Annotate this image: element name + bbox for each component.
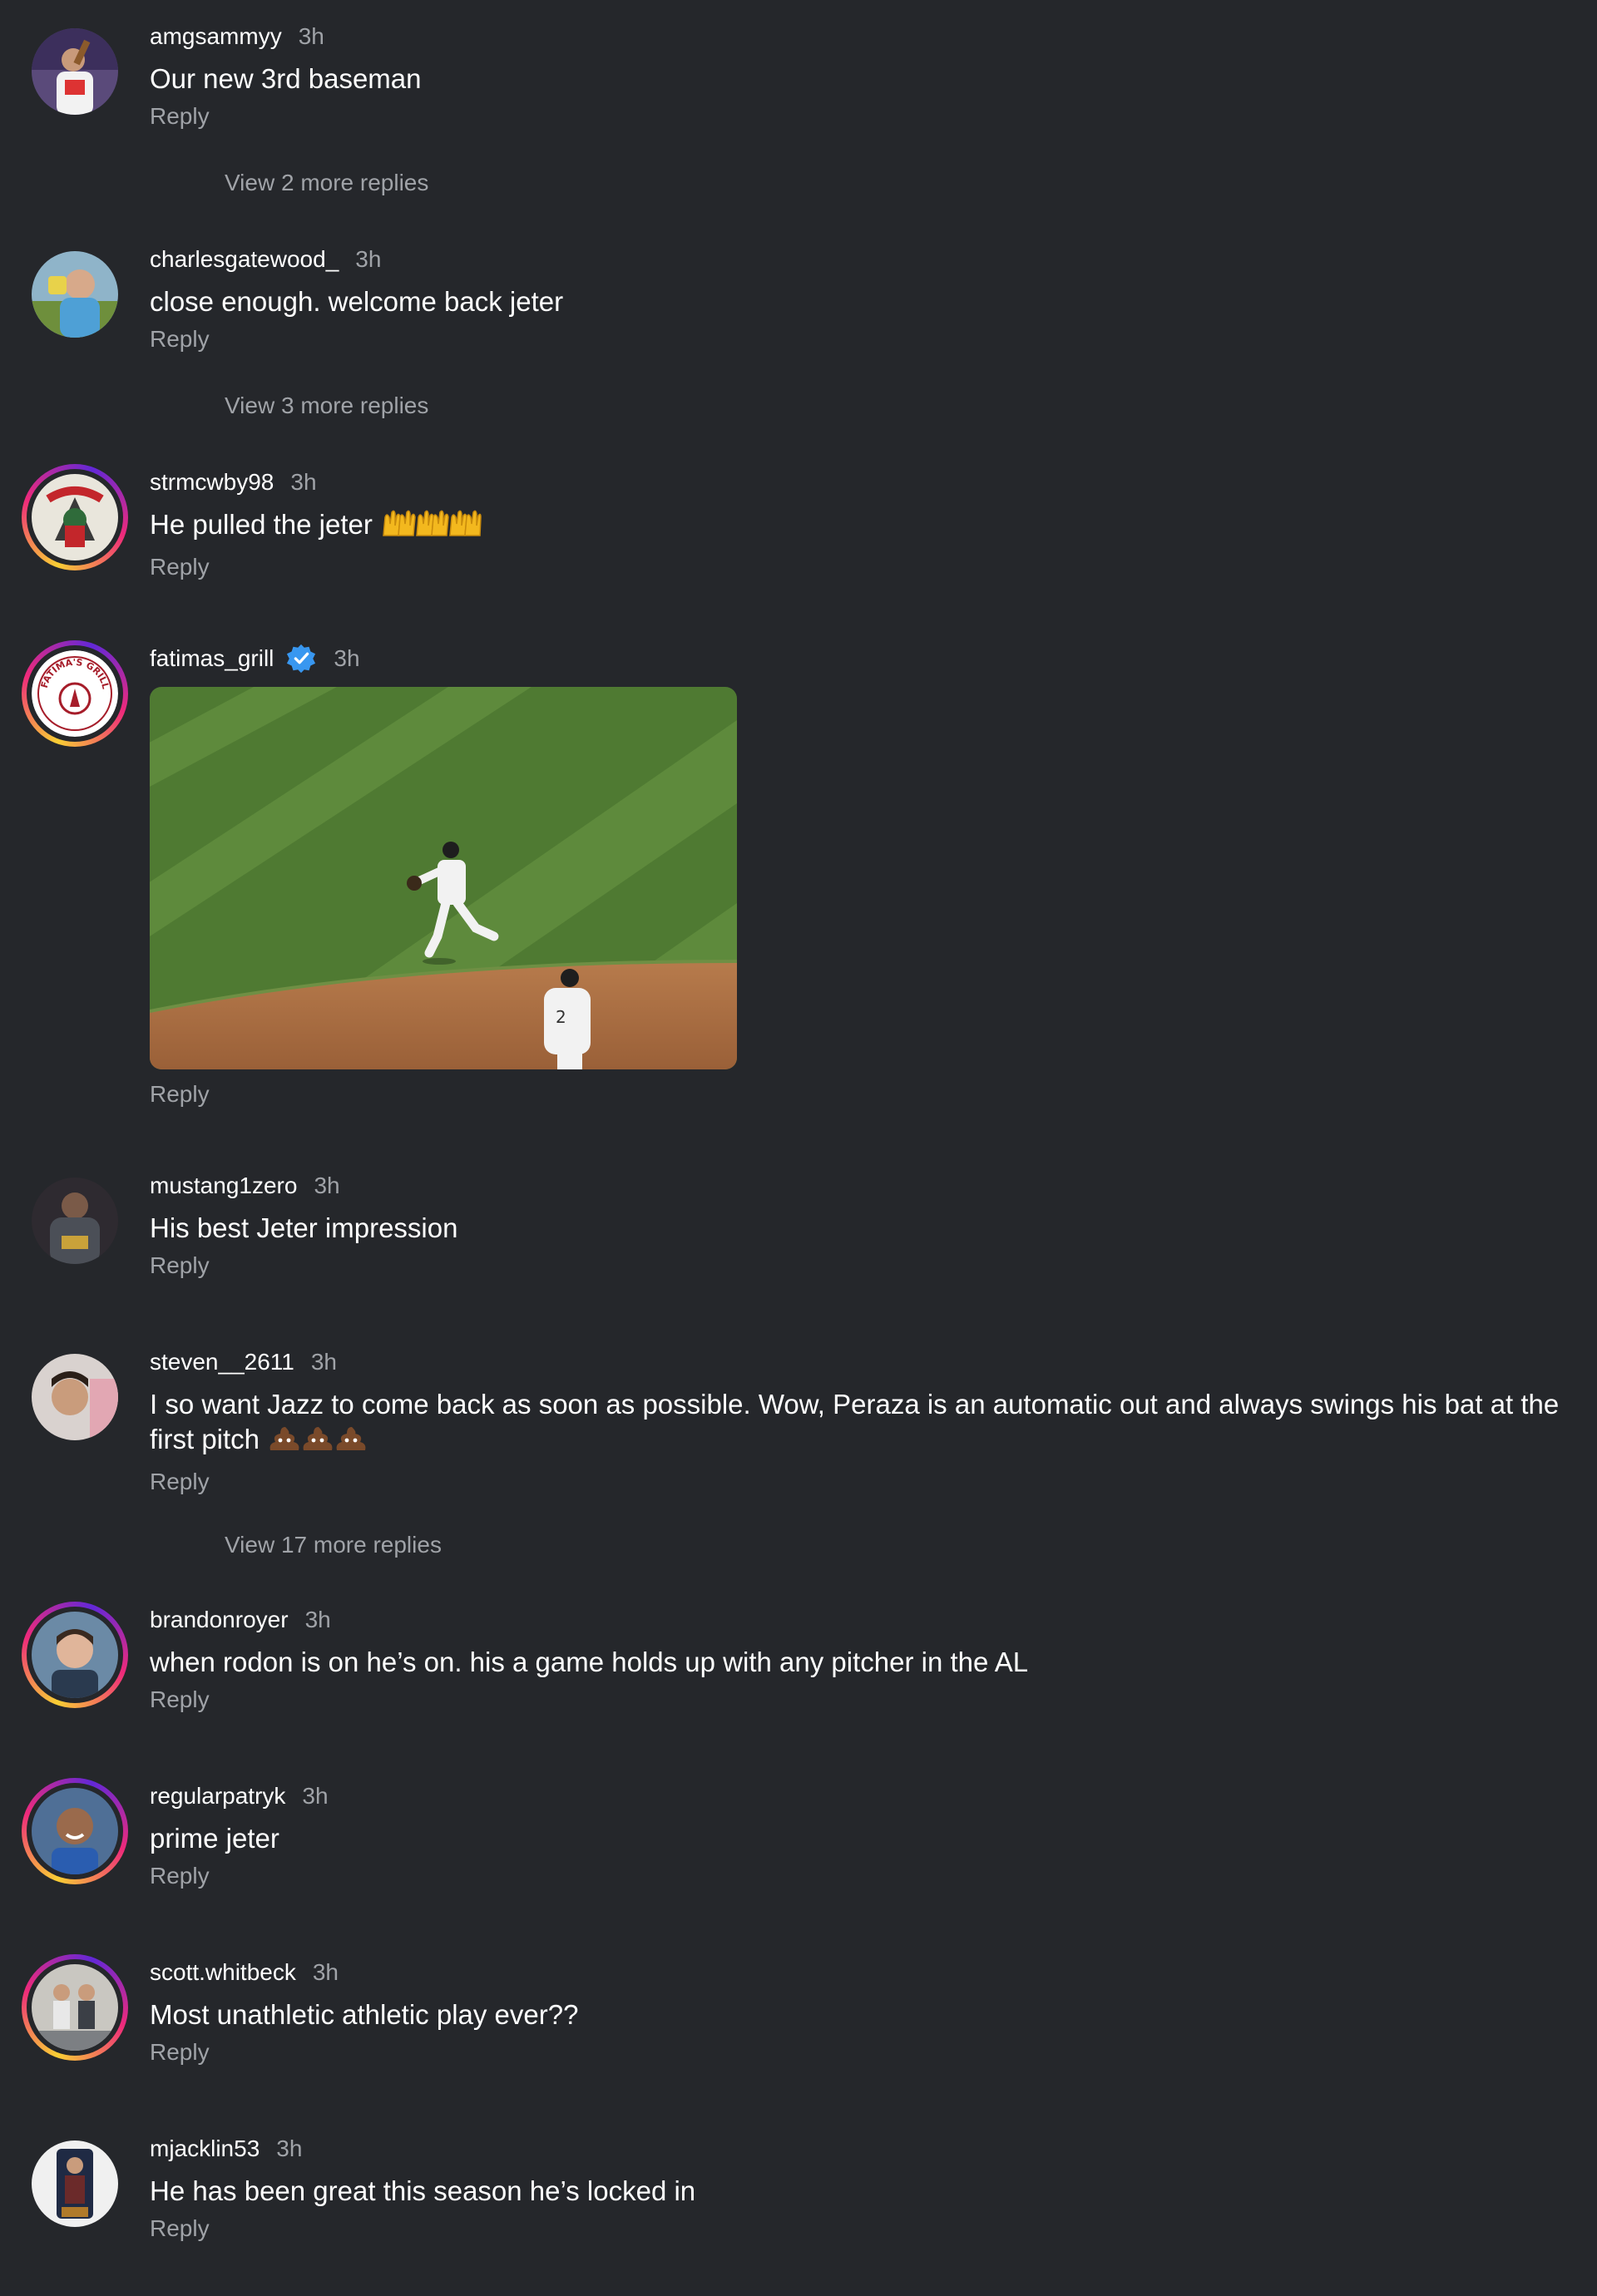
comment-text-body-line2: first pitch — [150, 1424, 260, 1454]
comment-text: close enough. welcome back jeter — [150, 286, 564, 317]
username[interactable]: strmcwby98 — [150, 469, 274, 496]
avatar[interactable] — [32, 251, 118, 338]
username[interactable]: amgsammyy — [150, 23, 282, 50]
fatimas-grill-logo: FATIMA'S GRILL — [32, 650, 118, 737]
reply-button[interactable]: Reply — [150, 1863, 210, 1889]
comment-text: Our new 3rd baseman — [150, 63, 422, 94]
verified-badge-icon — [287, 644, 316, 674]
timestamp: 3h — [310, 1349, 338, 1375]
comment-text: Most unathletic athletic play ever?? — [150, 1999, 579, 2030]
view-more-replies-button[interactable]: View 3 more replies — [225, 393, 428, 419]
username[interactable]: regularpatryk — [150, 1783, 285, 1810]
reply-button[interactable]: Reply — [150, 1081, 210, 1108]
username[interactable]: mustang1zero — [150, 1173, 297, 1199]
avatar-story[interactable] — [22, 1954, 128, 2061]
username[interactable]: brandonroyer — [150, 1607, 289, 1633]
avatar-story[interactable] — [22, 1778, 128, 1884]
avatar[interactable] — [32, 2140, 118, 2227]
reply-button[interactable]: Reply — [150, 554, 210, 580]
username[interactable]: scott.whitbeck — [150, 1959, 296, 1986]
timestamp: 3h — [304, 1607, 331, 1632]
comment-text-body: I so want Jazz to come back as soon as p… — [150, 1389, 1560, 1420]
timestamp: 3h — [334, 645, 360, 671]
timestamp: 3h — [312, 1959, 339, 1985]
reply-button[interactable]: Reply — [150, 2215, 210, 2242]
avatar-story[interactable]: FATIMA'S GRILL — [22, 640, 128, 747]
timestamp: 3h — [355, 246, 382, 272]
comments-list: amgsammyy 3h Our new 3rd baseman Reply V… — [0, 0, 1597, 2296]
avatar[interactable] — [32, 1178, 118, 1264]
svg-text:2: 2 — [556, 1007, 566, 1027]
view-more-replies-button[interactable]: View 2 more replies — [225, 170, 428, 196]
timestamp: 3h — [302, 1783, 329, 1809]
comment-text: He pulled the jeter — [150, 507, 1564, 547]
username[interactable]: fatimas_grill — [150, 645, 274, 672]
reply-button[interactable]: Reply — [150, 2039, 210, 2066]
timestamp: 3h — [290, 469, 317, 495]
comment-text: when rodon is on he’s on. his a game hol… — [150, 1647, 1029, 1677]
reply-button[interactable]: Reply — [150, 1252, 210, 1279]
avatar-story[interactable] — [22, 1602, 128, 1708]
avatar[interactable] — [32, 1354, 118, 1440]
username[interactable]: steven__2611 — [150, 1349, 294, 1375]
reply-button[interactable]: Reply — [150, 1686, 210, 1713]
reply-button[interactable]: Reply — [150, 326, 210, 353]
reply-button[interactable]: Reply — [150, 103, 210, 130]
avatar-story[interactable] — [22, 464, 128, 570]
comment-text: He has been great this season he’s locke… — [150, 2175, 696, 2206]
pile-of-poo-emoji — [267, 1424, 370, 1462]
comment-text: I so want Jazz to come back as soon as p… — [150, 1387, 1564, 1462]
comment-text-body: He pulled the jeter — [150, 509, 373, 540]
raising-hands-emoji — [380, 507, 482, 547]
timestamp: 3h — [314, 1173, 340, 1198]
comment-text: prime jeter — [150, 1823, 279, 1854]
avatar[interactable] — [32, 28, 118, 115]
username[interactable]: mjacklin53 — [150, 2136, 260, 2162]
view-more-replies-button[interactable]: View 17 more replies — [225, 1532, 442, 1558]
reply-button[interactable]: Reply — [150, 1469, 210, 1495]
timestamp: 3h — [276, 2136, 303, 2161]
comment-gif[interactable]: 2 — [150, 687, 737, 1069]
timestamp: 3h — [298, 23, 324, 49]
username[interactable]: charlesgatewood_ — [150, 246, 339, 273]
comment-text: His best Jeter impression — [150, 1212, 458, 1243]
